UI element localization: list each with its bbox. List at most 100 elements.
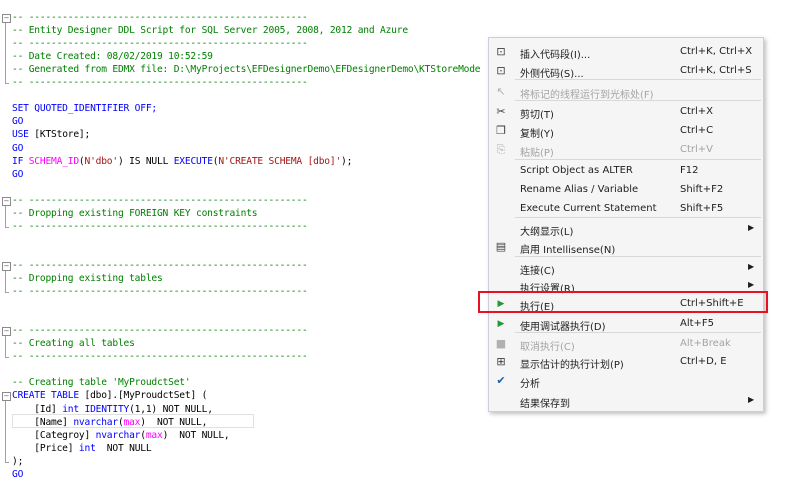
- menu-item-shortcut: Alt+F5: [680, 318, 715, 329]
- submenu-arrow-icon: ▶: [748, 395, 755, 404]
- menu-separator: [515, 159, 761, 160]
- fold-guide-end: [5, 226, 9, 228]
- menu-item-shortcut: Alt+Break: [680, 338, 731, 349]
- menu-item[interactable]: ✔ 分析: [489, 372, 763, 390]
- code-line[interactable]: -- Date Created: 08/02/2019 10:52:59: [12, 50, 213, 63]
- code-line[interactable]: -- -------------------------------------…: [12, 259, 308, 272]
- submenu-arrow-icon: ▶: [748, 223, 755, 232]
- parse-check-icon: ✔: [496, 374, 506, 387]
- code-line[interactable]: -- Entity Designer DDL Script for SQL Se…: [12, 24, 408, 37]
- menu-item-shortcut: Ctrl+V: [680, 144, 714, 155]
- code-line[interactable]: GO: [12, 142, 23, 155]
- menu-item-label: 大纲显示(L): [520, 227, 574, 238]
- fold-guide-end: [5, 357, 9, 359]
- code-line[interactable]: );: [12, 455, 23, 468]
- menu-item-label: 结果保存到: [520, 399, 570, 410]
- fold-toggle-icon[interactable]: −: [2, 327, 11, 337]
- fold-guide-line: [5, 270, 6, 294]
- menu-item-shortcut: Ctrl+C: [680, 125, 714, 136]
- menu-item-shortcut: Shift+F5: [680, 203, 724, 214]
- debug-execute-icon: ▶: [497, 319, 505, 329]
- menu-item[interactable]: ❐ 复制(Y) Ctrl+C: [489, 122, 763, 140]
- fold-toggle-icon[interactable]: −: [2, 261, 11, 271]
- code-line[interactable]: IF SCHEMA_ID(N'dbo') IS NULL EXECUTE(N'C…: [12, 155, 352, 168]
- run-to-cursor-icon: ↖: [496, 85, 506, 98]
- code-line[interactable]: -- -------------------------------------…: [12, 37, 308, 50]
- menu-item-label: 复制(Y): [520, 129, 554, 140]
- code-line[interactable]: GO: [12, 115, 23, 128]
- menu-item-label: 剪切(T): [520, 110, 554, 121]
- code-line[interactable]: -- Creating table 'MyProudctSet': [12, 376, 191, 389]
- menu-item-label: 将标记的线程运行到光标处(F): [520, 90, 654, 101]
- menu-item[interactable]: ✂ 剪切(T) Ctrl+X: [489, 103, 763, 121]
- code-line[interactable]: -- -------------------------------------…: [12, 324, 308, 337]
- menu-item-label: 插入代码段(I)...: [520, 50, 591, 61]
- code-line[interactable]: SET QUOTED_IDENTIFIER OFF;: [12, 102, 157, 115]
- code-line[interactable]: USE [KTStore];: [12, 128, 90, 141]
- menu-item[interactable]: 连接(C) ▶: [489, 259, 763, 277]
- menu-item-shortcut: Ctrl+D, E: [680, 356, 727, 367]
- menu-item-label: 启用 Intellisense(N): [520, 245, 616, 256]
- menu-item-label: 显示估计的执行计划(P): [520, 360, 624, 371]
- paste-icon: ⎘: [496, 143, 506, 156]
- current-line-indicator: [12, 414, 254, 428]
- fold-guide-line: [5, 336, 6, 359]
- context-menu: ⊡ 插入代码段(I)... Ctrl+K, Ctrl+X ⊡ 外侧代码(S)... Ctr…: [488, 37, 764, 412]
- snippet-insert-icon: ⊡: [496, 45, 506, 58]
- menu-item-label: Rename Alias / Variable: [520, 184, 639, 195]
- fold-guide-line: [5, 23, 6, 85]
- code-line[interactable]: -- -------------------------------------…: [12, 11, 308, 24]
- menu-item-shortcut: Ctrl+K, Ctrl+S: [680, 65, 752, 76]
- code-line[interactable]: CREATE TABLE [dbo].[MyProudctSet] (: [12, 389, 207, 402]
- code-line[interactable]: -- -------------------------------------…: [12, 350, 308, 363]
- code-line[interactable]: [Categroy] nvarchar(max) NOT NULL,: [12, 429, 229, 442]
- fold-guide-line: [5, 205, 6, 228]
- menu-separator: [515, 256, 761, 257]
- code-line[interactable]: -- -------------------------------------…: [12, 285, 308, 298]
- menu-item-label: 分析: [520, 379, 540, 390]
- menu-item-label: 使用调试器执行(D): [520, 322, 606, 333]
- menu-item[interactable]: 大纲显示(L) ▶: [489, 220, 763, 238]
- menu-item[interactable]: ⊡ 外侧代码(S)... Ctrl+K, Ctrl+S: [489, 62, 763, 80]
- code-line[interactable]: GO: [12, 468, 23, 481]
- fold-guide-end: [5, 292, 9, 294]
- cut-icon: ✂: [496, 105, 506, 118]
- menu-item[interactable]: ⊞ 显示估计的执行计划(P) Ctrl+D, E: [489, 353, 763, 371]
- menu-item[interactable]: Script Object as ALTER F12: [489, 162, 763, 180]
- surround-with-icon: ⊡: [496, 64, 506, 77]
- menu-item-label: 外侧代码(S)...: [520, 69, 584, 80]
- code-line[interactable]: -- -------------------------------------…: [12, 76, 308, 89]
- menu-item-shortcut: Ctrl+X: [680, 106, 714, 117]
- menu-item[interactable]: ▶ 使用调试器执行(D) Alt+F5: [489, 315, 763, 333]
- menu-item[interactable]: Execute Current Statement Shift+F5: [489, 200, 763, 218]
- menu-item[interactable]: 结果保存到 ▶: [489, 392, 763, 410]
- code-line[interactable]: [Price] int NOT NULL: [12, 442, 151, 455]
- submenu-arrow-icon: ▶: [748, 262, 755, 271]
- intellisense-icon: ▤: [495, 240, 507, 253]
- menu-item-label: 取消执行(C): [520, 342, 575, 353]
- menu-item-label: 连接(C): [520, 266, 555, 277]
- execution-plan-icon: ⊞: [496, 355, 506, 368]
- menu-item: ■ 取消执行(C) Alt+Break: [489, 335, 763, 353]
- code-line[interactable]: -- Dropping existing tables: [12, 272, 163, 285]
- menu-item-shortcut: F12: [680, 165, 699, 176]
- menu-item-label: Execute Current Statement: [520, 203, 657, 214]
- menu-item[interactable]: Rename Alias / Variable Shift+F2: [489, 181, 763, 199]
- menu-item-shortcut: Ctrl+K, Ctrl+X: [680, 46, 753, 57]
- code-line[interactable]: -- Dropping existing FOREIGN KEY constra…: [12, 207, 258, 220]
- fold-toggle-icon[interactable]: −: [2, 14, 11, 23]
- code-line[interactable]: GO: [12, 168, 23, 181]
- menu-item-label: Script Object as ALTER: [520, 165, 633, 176]
- code-line[interactable]: -- Creating all tables: [12, 337, 135, 350]
- code-line[interactable]: -- Generated from EDMX file: D:\MyProjec…: [12, 63, 481, 76]
- fold-toggle-icon[interactable]: −: [2, 392, 11, 402]
- code-line[interactable]: -- -------------------------------------…: [12, 194, 308, 207]
- fold-toggle-icon[interactable]: −: [2, 196, 11, 206]
- code-line[interactable]: -- -------------------------------------…: [12, 220, 308, 233]
- menu-item[interactable]: ▤ 启用 Intellisense(N): [489, 238, 763, 256]
- cancel-execute-icon: ■: [495, 337, 507, 350]
- menu-item: ↖ 将标记的线程运行到光标处(F): [489, 83, 763, 101]
- menu-item: ⎘ 粘贴(P) Ctrl+V: [489, 141, 763, 159]
- menu-item[interactable]: ⊡ 插入代码段(I)... Ctrl+K, Ctrl+X: [489, 43, 763, 61]
- fold-gutter: [0, 0, 8, 474]
